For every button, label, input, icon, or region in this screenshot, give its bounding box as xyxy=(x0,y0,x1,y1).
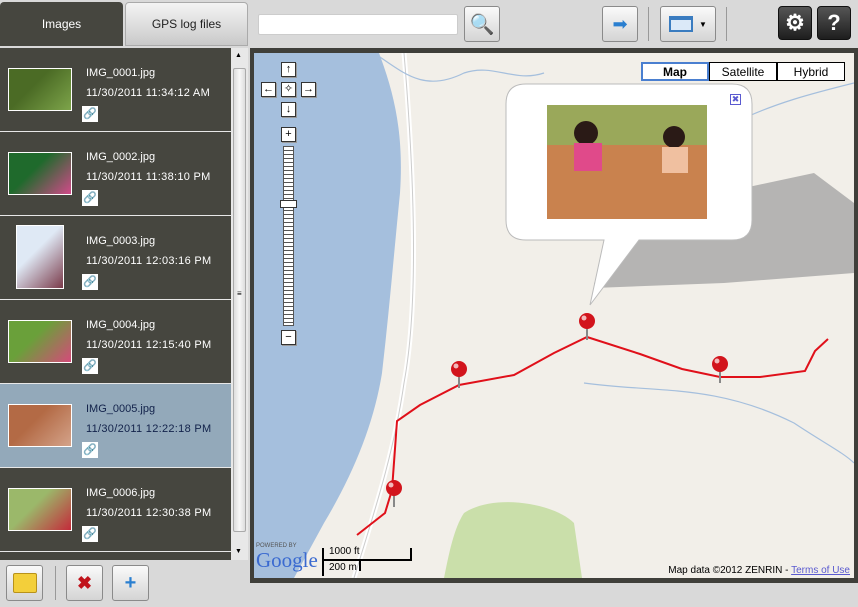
gps-link-icon[interactable]: 🔗 xyxy=(82,526,98,542)
google-logo-text: Google xyxy=(256,548,318,572)
map-type-map[interactable]: Map xyxy=(641,62,709,81)
file-date: 11/30/2011 11:34:12 AM xyxy=(86,87,211,99)
gps-link-icon[interactable]: 🔗 xyxy=(82,442,98,458)
file-date: 11/30/2011 11:38:10 PM xyxy=(86,171,211,183)
tab-images[interactable]: Images xyxy=(0,2,123,46)
zoom-out-button[interactable]: − xyxy=(281,330,296,345)
pan-left-button[interactable]: ← xyxy=(261,82,276,97)
image-thumbnail xyxy=(8,404,72,447)
list-item[interactable]: IMG_0003.jpg 11/30/2011 12:03:16 PM 🔗 xyxy=(0,216,231,300)
stream xyxy=(373,53,545,82)
zoom-slider[interactable] xyxy=(283,146,294,326)
gear-icon: ⚙ xyxy=(785,10,805,35)
zoom-in-button[interactable]: + xyxy=(281,127,296,142)
map-type-label: Satellite xyxy=(721,64,765,79)
search-input[interactable] xyxy=(258,14,458,35)
file-name: IMG_0005.jpg xyxy=(86,403,156,415)
file-date: 11/30/2011 12:22:18 PM xyxy=(86,423,212,435)
window-icon xyxy=(669,16,694,32)
tab-label: GPS log files xyxy=(151,17,222,31)
pan-up-button[interactable]: ↑ xyxy=(281,62,296,77)
window-menu-button[interactable]: ▼ xyxy=(660,6,716,42)
file-name: IMG_0004.jpg xyxy=(86,319,156,331)
scroll-down-icon[interactable]: ▼ xyxy=(235,548,242,555)
scroll-up-icon[interactable]: ▲ xyxy=(235,52,242,59)
pan-center-button[interactable]: ✧ xyxy=(281,82,296,97)
divider xyxy=(726,7,727,41)
export-button[interactable]: ➡ xyxy=(602,6,638,42)
scrollbar[interactable]: ▲ ≡ ▼ xyxy=(231,48,248,560)
close-popup-icon[interactable]: ✖ xyxy=(730,94,741,105)
image-thumbnail xyxy=(8,488,72,531)
park xyxy=(444,502,582,578)
scale-ft: 1000 ft xyxy=(329,546,360,557)
map-type-hybrid[interactable]: Hybrid xyxy=(777,62,845,81)
document-add-icon: + xyxy=(124,571,137,594)
google-logo: POWERED BY Google xyxy=(256,543,318,571)
attribution-text: Map data ©2012 ZENRIN - xyxy=(668,565,789,576)
search-button[interactable]: 🔍 xyxy=(464,6,500,42)
map-type-label: Map xyxy=(663,64,687,79)
image-list: IMG_0001.jpg 11/30/2011 11:34:12 AM 🔗 IM… xyxy=(0,48,231,560)
tab-gps-log-files[interactable]: GPS log files xyxy=(125,2,248,46)
divider xyxy=(648,7,649,41)
image-thumbnail xyxy=(16,225,64,289)
pan-right-button[interactable]: → xyxy=(301,82,316,97)
list-item[interactable]: IMG_0002.jpg 11/30/2011 11:38:10 PM 🔗 xyxy=(0,132,231,216)
add-gps-log-button[interactable]: + xyxy=(112,565,149,601)
file-date: 11/30/2011 12:03:16 PM xyxy=(86,255,212,267)
scale-bar: 1000 ft 200 m xyxy=(322,546,412,576)
tab-label: Images xyxy=(41,17,82,31)
open-folder-button[interactable] xyxy=(6,565,43,601)
settings-button[interactable]: ⚙ xyxy=(778,6,812,40)
map-attribution: Map data ©2012 ZENRIN - Terms of Use xyxy=(668,565,850,576)
pin-remove-icon: ✖ xyxy=(76,572,93,593)
zoom-slider-thumb[interactable] xyxy=(280,200,297,208)
terms-of-use-link[interactable]: Terms of Use xyxy=(791,565,850,576)
list-item[interactable]: IMG_0004.jpg 11/30/2011 12:15:40 PM 🔗 xyxy=(0,300,231,384)
image-thumbnail xyxy=(8,320,72,363)
list-item[interactable]: IMG_0006.jpg 11/30/2011 12:30:38 PM 🔗 xyxy=(0,468,231,552)
list-item[interactable]: IMG_0001.jpg 11/30/2011 11:34:12 AM 🔗 xyxy=(0,48,231,132)
export-arrow-icon: ➡ xyxy=(612,13,628,34)
gps-route xyxy=(356,335,829,536)
file-name: IMG_0003.jpg xyxy=(86,235,156,247)
search-icon: 🔍 xyxy=(469,13,495,36)
chevron-down-icon: ▼ xyxy=(699,19,707,29)
file-date: 11/30/2011 12:15:40 PM xyxy=(86,339,212,351)
help-icon: ? xyxy=(827,10,841,35)
scroll-thumb[interactable]: ≡ xyxy=(233,68,246,532)
gps-link-icon[interactable]: 🔗 xyxy=(82,358,98,374)
map-type-satellite[interactable]: Satellite xyxy=(709,62,777,81)
file-name: IMG_0006.jpg xyxy=(86,487,156,499)
map-canvas xyxy=(254,53,854,578)
map[interactable]: ✖ ↑ ← ✧ → ↓ + − Map Satellite Hybrid POW… xyxy=(254,53,854,578)
list-item[interactable]: IMG_0005.jpg 11/30/2011 12:22:18 PM 🔗 xyxy=(0,384,231,468)
help-button[interactable]: ? xyxy=(817,6,851,40)
file-name: IMG_0002.jpg xyxy=(86,151,156,163)
gps-link-icon[interactable]: 🔗 xyxy=(82,190,98,206)
divider xyxy=(55,566,56,600)
remove-location-button[interactable]: ✖ xyxy=(66,565,103,601)
stream xyxy=(583,382,854,464)
pan-down-button[interactable]: ↓ xyxy=(281,102,296,117)
gps-link-icon[interactable]: 🔗 xyxy=(82,106,98,122)
scale-m: 200 m xyxy=(329,562,357,573)
gps-link-icon[interactable]: 🔗 xyxy=(82,274,98,290)
pin-marker xyxy=(579,313,595,340)
image-thumbnail xyxy=(8,152,72,195)
map-type-label: Hybrid xyxy=(793,64,829,79)
file-date: 11/30/2011 12:30:38 PM xyxy=(86,507,212,519)
image-thumbnail xyxy=(8,68,72,111)
pin-marker xyxy=(712,356,728,383)
folder-icon xyxy=(12,573,37,593)
file-name: IMG_0001.jpg xyxy=(86,67,156,79)
